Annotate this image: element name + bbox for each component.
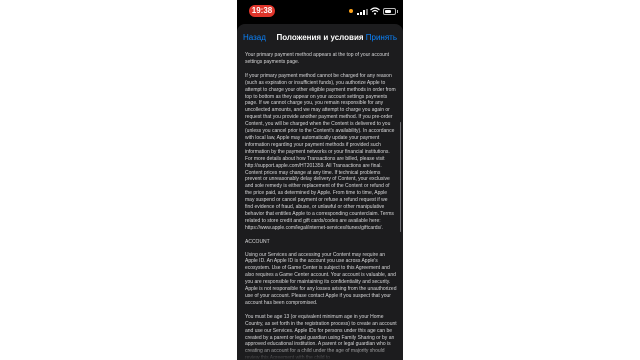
scroll-indicator[interactable] xyxy=(399,122,401,232)
phone-screen: 19:38 Назад Положения и условия Принять … xyxy=(237,0,403,360)
terms-paragraph: Your primary payment method appears at t… xyxy=(245,52,390,65)
status-time: 19:38 xyxy=(249,5,275,17)
terms-text-scroll-area[interactable]: Your primary payment method appears at t… xyxy=(245,52,397,360)
battery-icon xyxy=(383,8,398,15)
camera-indicator-icon xyxy=(349,9,353,13)
bottom-fade xyxy=(237,346,403,360)
accept-button[interactable]: Принять xyxy=(366,33,397,42)
wifi-icon xyxy=(370,7,380,15)
terms-sheet: Назад Положения и условия Принять Your p… xyxy=(237,24,403,360)
section-heading-account: ACCOUNT xyxy=(245,238,270,245)
terms-paragraph: If your primary payment method cannot be… xyxy=(245,72,396,231)
status-bar: 19:38 xyxy=(237,0,403,22)
terms-paragraph: Using our Services and accessing your Co… xyxy=(245,251,397,306)
navigation-bar: Назад Положения и условия Принять xyxy=(237,24,403,52)
cellular-signal-icon xyxy=(357,8,368,15)
